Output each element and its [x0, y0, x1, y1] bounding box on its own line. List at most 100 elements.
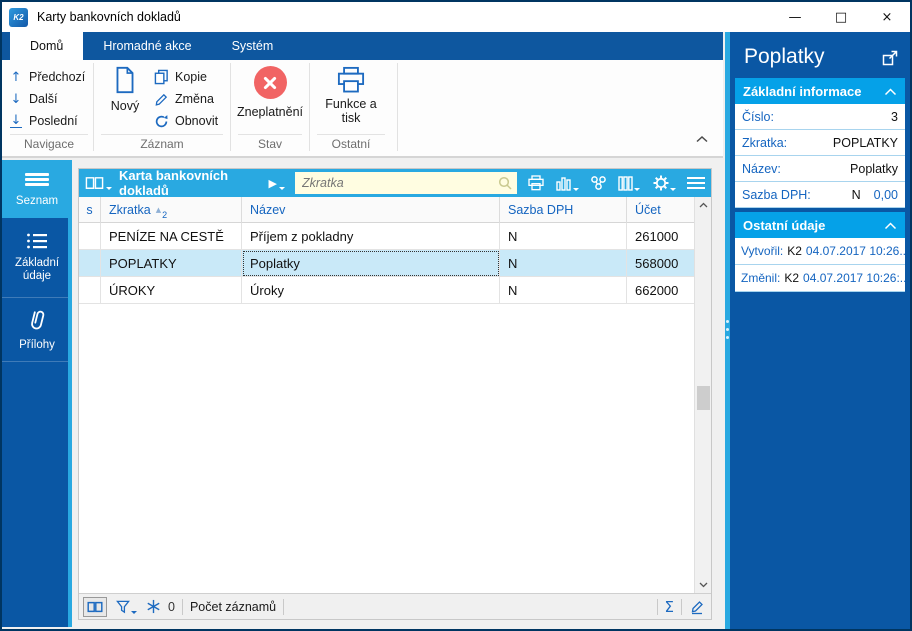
paperclip-icon — [31, 310, 45, 329]
scroll-up-button[interactable] — [695, 197, 712, 213]
filter-icon[interactable] — [114, 598, 139, 616]
field-user: K2 — [787, 244, 802, 258]
tab-system[interactable]: Systém — [212, 32, 294, 60]
cell-sazba-dph[interactable]: N — [500, 277, 627, 304]
cell-zkratka[interactable]: POPLATKY — [101, 250, 242, 277]
detail-panel: Poplatky Základní informace Číslo: 3 Zkr… — [730, 32, 910, 629]
cell-ucet[interactable]: 261000 — [627, 223, 694, 250]
field-zkratka: Zkratka: POPLATKY — [735, 130, 905, 156]
group-label-navigace: Navigace — [10, 134, 88, 151]
card-basic-info: Základní informace Číslo: 3 Zkratka: POP… — [735, 78, 905, 208]
scrollbar-thumb[interactable] — [697, 386, 710, 410]
cell-sazba-dph[interactable]: N — [500, 250, 627, 277]
collapse-section-button[interactable] — [884, 218, 897, 233]
card-basic-header[interactable]: Základní informace — [735, 78, 905, 104]
vertical-scrollbar[interactable] — [694, 197, 711, 593]
printer-icon[interactable] — [527, 175, 545, 191]
maximize-button[interactable]: □ — [818, 2, 864, 32]
field-value: 3 — [891, 109, 898, 124]
sidebar-item-prilohy[interactable]: Přílohy — [2, 298, 72, 362]
chevron-down-icon — [279, 186, 285, 190]
cell-nazev[interactable]: Příjem z pokladny — [242, 223, 500, 250]
cell-ucet[interactable]: 662000 — [627, 277, 694, 304]
close-button[interactable]: × — [864, 2, 910, 32]
frozen-count: 0 — [168, 599, 175, 614]
cell-zkratka[interactable]: ÚROKY — [101, 277, 242, 304]
refresh-button[interactable]: Obnovit — [154, 110, 218, 132]
table-row-selected[interactable]: POPLATKY Poplatky N 568000 — [79, 250, 694, 277]
columns-icon[interactable] — [616, 174, 642, 193]
open-in-window-button[interactable] — [882, 50, 898, 69]
chevron-down-icon — [670, 188, 676, 191]
column-header-ucet[interactable]: Účet — [627, 197, 694, 223]
cell-s[interactable] — [79, 223, 101, 250]
next-button[interactable]: ↓ Další — [10, 88, 58, 110]
tab-hromadne-akce[interactable]: Hromadné akce — [83, 32, 211, 60]
cell-ucet[interactable]: 568000 — [627, 250, 694, 277]
chart-icon[interactable] — [554, 174, 581, 193]
cell-nazev-focused[interactable]: Poplatky — [242, 250, 500, 277]
field-label: Číslo: — [742, 109, 774, 124]
next-label: Další — [29, 92, 58, 106]
left-column: Domů Hromadné akce Systém ↑ Předchozí ↓ … — [2, 32, 723, 629]
last-label: Poslední — [29, 114, 78, 128]
sidebar-item-seznam[interactable]: Seznam — [2, 160, 72, 218]
scroll-down-button[interactable] — [695, 577, 712, 593]
edit-pencil-icon[interactable] — [689, 599, 705, 615]
cell-nazev[interactable]: Úroky — [242, 277, 500, 304]
ribbon: ↑ Předchozí ↓ Další ↓ Poslední Navigace … — [2, 60, 723, 158]
book-view-toggle[interactable] — [83, 596, 107, 617]
last-button[interactable]: ↓ Poslední — [10, 110, 78, 132]
sidebar-label-prilohy: Přílohy — [19, 338, 55, 351]
copy-button[interactable]: Kopie — [154, 66, 207, 88]
arrow-up-icon: ↑ — [10, 69, 22, 85]
grid-toolbar — [527, 173, 705, 193]
sort-asc-icon: ▲ — [155, 206, 162, 214]
cell-s[interactable] — [79, 277, 101, 304]
field-value: Poplatky — [850, 161, 898, 176]
sidebar-item-zakladni-udaje[interactable]: Základní údaje — [2, 218, 72, 298]
search-input[interactable] — [295, 172, 517, 194]
play-icon: ▶ — [268, 176, 277, 190]
card-other-title: Ostatní údaje — [743, 217, 826, 233]
table-row[interactable]: ÚROKY Úroky N 662000 — [79, 277, 694, 304]
grid-header-bar: Karta bankovních dokladů ▶ — [79, 168, 711, 198]
previous-button[interactable]: ↑ Předchozí — [10, 66, 86, 88]
column-header-zkratka[interactable]: Zkratka ▲ 2 — [101, 197, 242, 223]
column-header-s[interactable]: s — [79, 197, 101, 223]
minimize-button[interactable]: — — [772, 2, 818, 32]
new-label: Nový — [110, 99, 140, 113]
book-menu-button[interactable] — [85, 176, 112, 190]
cell-zkratka[interactable]: PENÍZE NA CESTĚ — [101, 223, 242, 250]
invalidate-x-icon — [253, 66, 287, 99]
frozen-filter-icon[interactable] — [146, 599, 161, 614]
change-button[interactable]: Změna — [154, 88, 214, 110]
collapse-section-button[interactable] — [884, 84, 897, 99]
field-zmenil: Změnil: K2 04.07.2017 10:26:... — [735, 265, 905, 292]
column-header-row: s Zkratka ▲ 2 Název Sazba DPH Účet — [79, 197, 694, 223]
card-other-info: Ostatní údaje Vytvořil: K2 04.07.2017 10… — [735, 212, 905, 292]
column-header-sazba-dph[interactable]: Sazba DPH — [500, 197, 627, 223]
gear-icon[interactable] — [651, 173, 678, 193]
functions-label-1: Funkce a — [325, 97, 377, 111]
card-other-header[interactable]: Ostatní údaje — [735, 212, 905, 238]
quick-filter-button[interactable]: ▶ — [269, 177, 285, 190]
field-label: Změnil: — [741, 271, 781, 285]
open-book-icon — [87, 601, 103, 612]
collapse-ribbon-button[interactable] — [695, 132, 709, 146]
refresh-icon — [155, 114, 168, 127]
invalidate-button[interactable]: Zneplatnění — [234, 66, 306, 119]
arrow-down-icon: ↓ — [10, 91, 22, 107]
relations-icon[interactable] — [590, 175, 607, 191]
sum-button[interactable]: Σ — [665, 598, 674, 616]
new-button[interactable]: Nový — [101, 66, 149, 113]
main-area: Seznam Základní údaje Přílohy Karta bank… — [2, 158, 723, 629]
menu-icon[interactable] — [687, 176, 705, 190]
cell-sazba-dph[interactable]: N — [500, 223, 627, 250]
table-row[interactable]: PENÍZE NA CESTĚ Příjem z pokladny N 2610… — [79, 223, 694, 250]
functions-print-button[interactable]: Funkce a tisk — [313, 66, 389, 125]
cell-s[interactable] — [79, 250, 101, 277]
column-header-nazev[interactable]: Název — [242, 197, 500, 223]
tab-domu[interactable]: Domů — [10, 32, 84, 60]
list-icon — [27, 233, 47, 249]
